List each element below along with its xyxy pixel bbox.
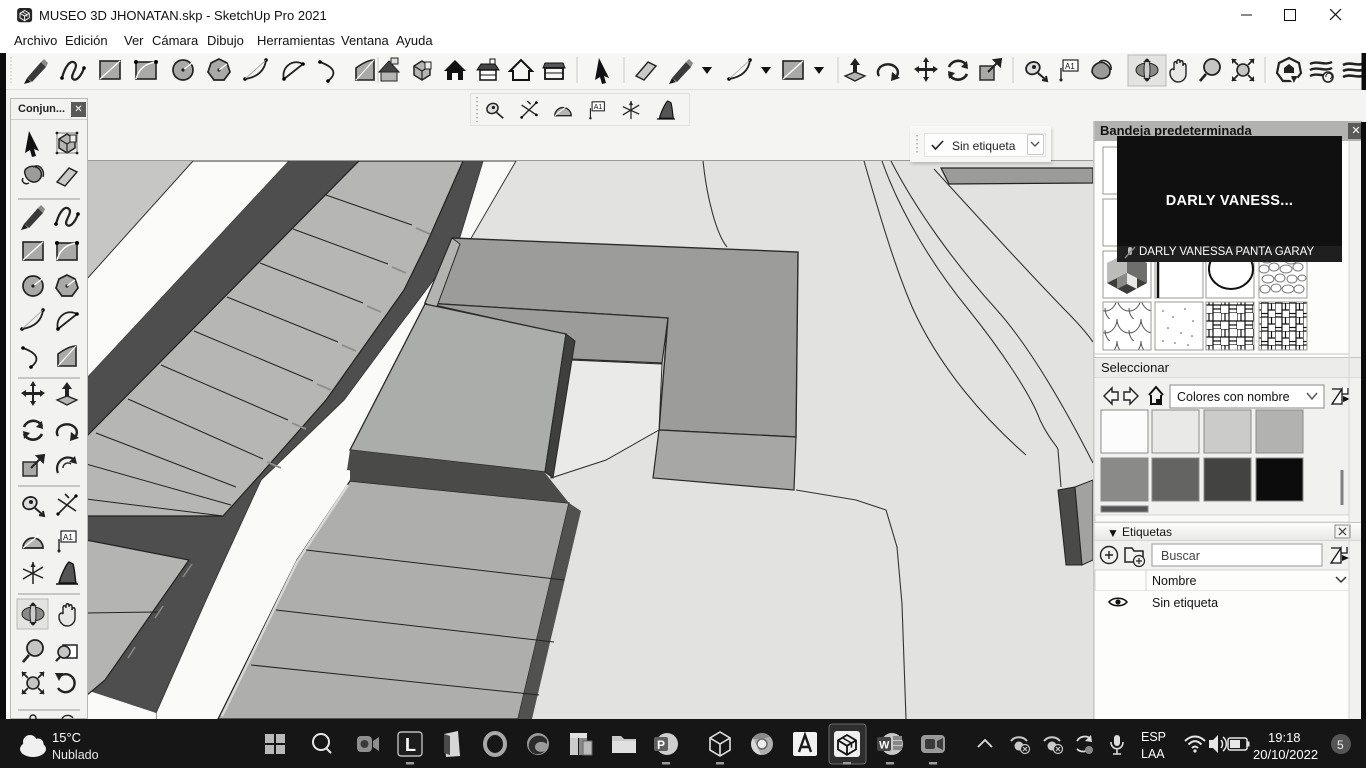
svg-text:Buscar: Buscar (1161, 549, 1200, 563)
svg-text:W: W (879, 740, 890, 752)
svg-text:Colores con nombre: Colores con nombre (1177, 390, 1290, 404)
svg-text:Sin etiqueta: Sin etiqueta (1152, 596, 1218, 610)
svg-text:15°C: 15°C (52, 730, 81, 745)
svg-text:LAA: LAA (1141, 747, 1165, 761)
svg-text:L: L (405, 735, 416, 755)
svg-text:Nublado: Nublado (52, 748, 99, 762)
svg-text:P: P (657, 738, 665, 752)
svg-text:5: 5 (1337, 738, 1344, 752)
svg-text:20/10/2022: 20/10/2022 (1253, 747, 1318, 762)
svg-text:19:18: 19:18 (1268, 730, 1301, 745)
svg-text:A1: A1 (594, 104, 603, 111)
svg-text:Nombre: Nombre (1152, 574, 1197, 588)
svg-text:ESP: ESP (1141, 730, 1166, 744)
